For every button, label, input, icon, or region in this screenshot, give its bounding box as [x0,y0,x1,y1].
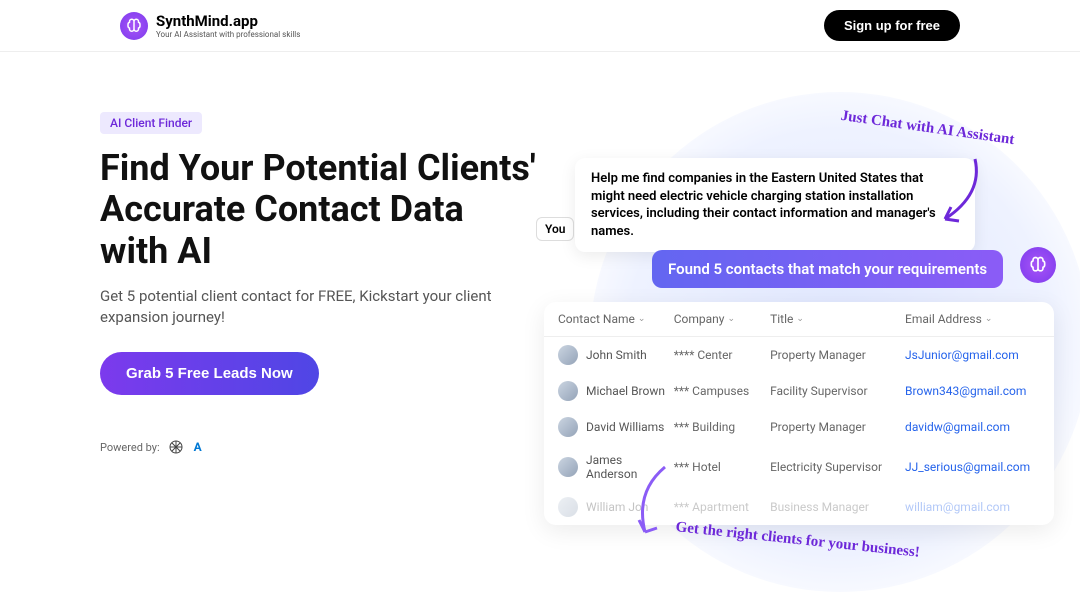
cell-title: Property Manager [770,348,905,362]
th-company[interactable]: Company⌄ [674,312,770,326]
table-row: William Jon *** Apartment Business Manag… [544,489,1054,525]
subheadline: Get 5 potential client contact for FREE,… [100,286,540,328]
openai-icon [168,439,184,455]
powered-by: Powered by: A [100,439,540,455]
cell-email[interactable]: JsJunior@gmail.com [905,348,1040,362]
table-header-row: Contact Name⌄ Company⌄ Title⌄ Email Addr… [544,302,1054,337]
table-row: David Williams *** Building Property Man… [544,409,1054,445]
cell-title: Facility Supervisor [770,384,905,398]
signup-button[interactable]: Sign up for free [824,10,960,41]
logo-title: SynthMind.app [156,12,300,30]
avatar [558,457,578,477]
arrow-top-icon [935,154,985,234]
avatar [558,381,578,401]
cell-company: *** Apartment [674,500,770,514]
cell-company: *** Hotel [674,460,770,474]
th-title[interactable]: Title⌄ [770,312,905,326]
brain-icon [120,12,148,40]
chevron-down-icon: ⌄ [727,314,735,324]
cell-title: Property Manager [770,420,905,434]
logo-subtitle: Your AI Assistant with professional skil… [156,30,300,39]
avatar [558,417,578,437]
product-badge: AI Client Finder [100,112,202,134]
cell-email[interactable]: JJ_serious@gmail.com [905,460,1040,474]
avatar [558,345,578,365]
table-row: John Smith **** Center Property Manager … [544,337,1054,373]
th-email[interactable]: Email Address⌄ [905,312,1040,326]
you-tag: You [536,217,574,241]
cell-email[interactable]: davidw@gmail.com [905,420,1040,434]
headline: Find Your Potential Clients' Accurate Co… [100,148,540,272]
chevron-down-icon: ⌄ [638,314,646,324]
assistant-message-bubble: Found 5 contacts that match your require… [652,250,1003,288]
user-message-bubble: Help me find companies in the Eastern Un… [575,158,975,252]
azure-icon: A [190,439,206,455]
cell-company: *** Campuses [674,384,770,398]
cell-name: John Smith [586,348,647,362]
logo[interactable]: SynthMind.app Your AI Assistant with pro… [120,12,300,40]
cell-name: David Williams [586,420,664,434]
chevron-down-icon: ⌄ [985,314,993,324]
avatar [558,497,578,517]
cell-name: Michael Brown [586,384,665,398]
cell-title: Business Manager [770,500,905,514]
hero-left: AI Client Finder Find Your Potential Cli… [100,112,540,455]
cell-title: Electricity Supervisor [770,460,905,474]
chevron-down-icon: ⌄ [796,314,804,324]
logo-text: SynthMind.app Your AI Assistant with pro… [156,12,300,39]
cell-email[interactable]: Brown343@gmail.com [905,384,1040,398]
table-row: Michael Brown *** Campuses Facility Supe… [544,373,1054,409]
results-table: Contact Name⌄ Company⌄ Title⌄ Email Addr… [544,302,1054,525]
header: SynthMind.app Your AI Assistant with pro… [0,0,1080,52]
th-name[interactable]: Contact Name⌄ [558,312,674,326]
cell-company: *** Building [674,420,770,434]
cta-button[interactable]: Grab 5 Free Leads Now [100,352,319,395]
cell-company: **** Center [674,348,770,362]
table-row: James Anderson *** Hotel Electricity Sup… [544,445,1054,489]
cell-email[interactable]: william@gmail.com [905,500,1040,514]
main: AI Client Finder Find Your Potential Cli… [0,52,1080,455]
powered-label: Powered by: [100,441,160,454]
assistant-brain-icon [1020,247,1056,283]
